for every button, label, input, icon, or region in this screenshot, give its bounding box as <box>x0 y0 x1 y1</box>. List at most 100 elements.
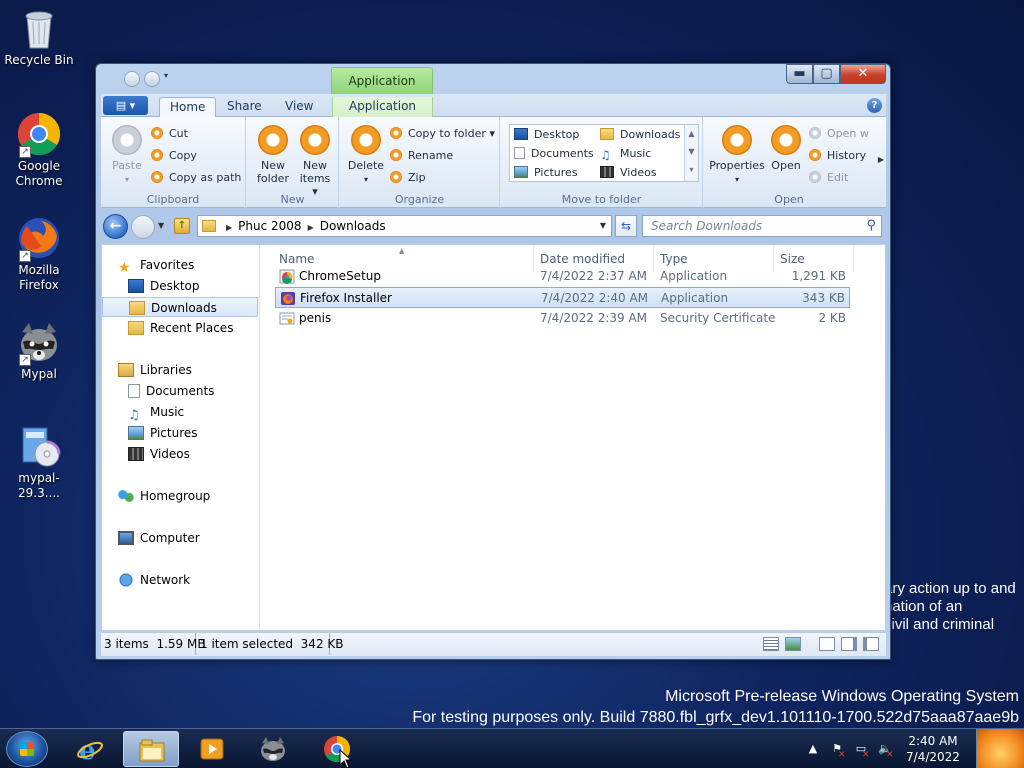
help-icon[interactable]: ? <box>867 98 882 113</box>
taskbar-media-player[interactable] <box>184 731 240 767</box>
move-to-documents[interactable]: Documents <box>514 145 594 163</box>
copy-button[interactable]: Copy <box>151 147 197 165</box>
column-header-name[interactable]: Name <box>279 252 314 266</box>
nav-downloads[interactable]: Downloads <box>102 297 258 317</box>
show-desktop-button[interactable] <box>976 729 1024 768</box>
file-menu-button[interactable]: ▤ ▾ <box>103 96 148 115</box>
ribbon-scroll-right-icon[interactable]: ▶ <box>878 155 884 164</box>
action-center-icon[interactable]: ⚑ ✕ <box>830 742 845 760</box>
refresh-button[interactable]: ⇆ <box>615 215 637 237</box>
network-tray-icon[interactable]: ▭ ✕ <box>854 742 870 760</box>
desktop-icon-mozilla-firefox[interactable]: ↗ Mozilla Firefox <box>0 216 78 293</box>
file-row-firefox-installer[interactable]: Firefox Installer 7/4/2022 2:40 AM Applica… <box>275 287 850 308</box>
taskbar-internet-explorer[interactable]: e <box>62 731 118 767</box>
nav-libraries[interactable]: Libraries <box>102 360 258 380</box>
address-bar[interactable]: ▶ Phuc 2008 ▶ Downloads ▼ <box>197 215 612 237</box>
search-input[interactable]: Search Downloads ⚲ <box>642 215 882 237</box>
build-watermark-line-2: For testing purposes only. Build 7880.fb… <box>412 709 1019 726</box>
tab-share[interactable]: Share <box>217 97 272 117</box>
forward-button[interactable] <box>131 215 155 239</box>
move-to-pictures[interactable]: Pictures <box>514 164 578 182</box>
copy-to-folder-button[interactable]: Copy to folder ▾ <box>390 125 495 143</box>
history-button[interactable]: History <box>809 147 866 165</box>
column-divider[interactable] <box>853 245 854 271</box>
recent-locations-dropdown[interactable]: ▼ <box>158 221 164 230</box>
title-bar[interactable]: ▾ Application Tools ▬ ▢ ✕ <box>96 64 890 115</box>
move-to-music[interactable]: ♫ Music <box>600 145 651 163</box>
move-to-videos-label: Videos <box>620 166 657 179</box>
properties-quick-icon[interactable] <box>124 71 140 87</box>
zip-button[interactable]: Zip <box>390 169 426 187</box>
nav-computer[interactable]: Computer <box>102 528 258 548</box>
breadcrumb-phuc-2008[interactable]: Phuc 2008 <box>238 219 301 233</box>
close-button[interactable]: ✕ <box>840 64 886 84</box>
status-items-count: 3 items <box>104 637 149 651</box>
new-items-button[interactable]: New items ▾ <box>295 125 335 198</box>
nav-videos[interactable]: Videos <box>102 444 258 464</box>
rename-button[interactable]: Rename <box>390 147 453 165</box>
move-to-desktop[interactable]: Desktop <box>514 126 579 144</box>
move-to-videos[interactable]: Videos <box>600 164 657 182</box>
show-hidden-icons-button[interactable]: ▲ <box>806 742 820 756</box>
start-button[interactable] <box>6 731 48 767</box>
file-type: Application <box>660 269 728 283</box>
desktop-icon-recycle-bin[interactable]: Recycle Bin <box>0 6 78 68</box>
nav-recent-places[interactable]: Recent Places <box>102 318 258 338</box>
copy-as-path-button[interactable]: Copy as path <box>151 169 241 187</box>
move-to-downloads[interactable]: Downloads <box>600 126 680 144</box>
nav-desktop[interactable]: Desktop <box>102 276 258 296</box>
file-row-penis[interactable]: penis 7/4/2022 2:39 AM Security Certificat… <box>275 308 850 329</box>
paste-button[interactable]: Paste ▾ <box>109 125 145 186</box>
nav-music-label: Music <box>150 405 185 419</box>
details-pane-button[interactable] <box>841 637 857 651</box>
edit-button[interactable]: Edit <box>809 169 848 187</box>
gallery-scroll[interactable]: ▲ ▼ ▾ <box>684 125 698 181</box>
navigation-pane-button[interactable] <box>863 637 879 651</box>
nav-music[interactable]: ♫ Music <box>102 402 258 423</box>
status-item-count: 3 items 1.59 MB <box>101 633 206 655</box>
column-header-type[interactable]: Type <box>660 252 688 266</box>
open-group: Properties ▾ Open Open w History Edit Ope… <box>704 117 874 208</box>
system-clock[interactable]: 2:40 AM 7/4/2022 <box>904 733 962 765</box>
shortcut-arrow-icon: ↗ <box>19 250 31 262</box>
open-with-button[interactable]: Open w <box>809 125 869 143</box>
customize-toolbar-icon[interactable]: ▾ <box>164 71 174 87</box>
desktop-icon-google-chrome[interactable]: ↗ Google Chrome <box>0 112 78 189</box>
zip-label: Zip <box>408 171 426 184</box>
breadcrumb-downloads[interactable]: Downloads <box>320 219 386 233</box>
back-button[interactable]: ← <box>103 214 128 239</box>
tab-view[interactable]: View <box>275 97 323 117</box>
nav-favorites[interactable]: ★ Favorites <box>102 255 258 276</box>
open-button[interactable]: Open <box>768 125 804 172</box>
cut-button[interactable]: Cut <box>151 125 188 143</box>
maximize-button[interactable]: ▢ <box>813 64 840 84</box>
new-folder-quick-icon[interactable] <box>144 71 160 87</box>
minimize-button[interactable]: ▬ <box>786 64 813 84</box>
taskbar-mypal[interactable] <box>245 731 301 767</box>
tab-application[interactable]: Application <box>332 97 433 117</box>
preview-pane-button[interactable] <box>819 637 835 651</box>
taskbar-windows-explorer[interactable] <box>123 731 179 767</box>
desktop-icon-mypal[interactable]: ↗ Mypal <box>0 320 78 382</box>
column-header-size[interactable]: Size <box>780 252 805 266</box>
desktop-icon-mypal-installer[interactable]: mypal-29.3.... <box>0 424 78 501</box>
address-dropdown-icon[interactable]: ▼ <box>600 216 606 236</box>
delete-button[interactable]: Delete ▾ <box>346 125 386 186</box>
file-row-chromesetup[interactable]: ChromeSetup 7/4/2022 2:37 AM Application 1,… <box>275 266 850 287</box>
videos-icon <box>600 166 614 178</box>
large-icons-view-button[interactable] <box>785 637 801 651</box>
column-header-date-modified[interactable]: Date modified <box>540 252 625 266</box>
nav-homegroup[interactable]: Homegroup <box>102 486 258 506</box>
nav-documents[interactable]: Documents <box>102 381 258 401</box>
details-view-button[interactable] <box>763 637 779 651</box>
nav-network[interactable]: Network <box>102 570 258 590</box>
nav-network-label: Network <box>140 573 191 587</box>
tab-home[interactable]: Home <box>159 97 217 117</box>
properties-button[interactable]: Properties ▾ <box>708 125 766 186</box>
new-folder-button[interactable]: New folder <box>253 125 293 185</box>
nav-documents-label: Documents <box>146 384 215 398</box>
taskbar-google-chrome[interactable] <box>309 731 365 768</box>
volume-muted-icon[interactable]: 🔈 ✕ <box>878 742 893 760</box>
nav-pictures[interactable]: Pictures <box>102 423 258 443</box>
up-button[interactable]: ↑ <box>174 218 190 234</box>
